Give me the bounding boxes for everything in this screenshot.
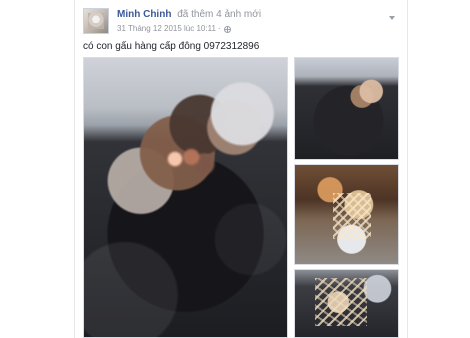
photo-grid [83, 57, 399, 338]
author-name-link[interactable]: Minh Chinh [117, 9, 171, 20]
facebook-post-card: Minh Chinh đã thêm 4 ảnh mới 31 Tháng 12… [74, 0, 408, 338]
photo-thumb-3[interactable] [294, 269, 399, 338]
page: Minh Chinh đã thêm 4 ảnh mới 31 Tháng 12… [0, 0, 470, 338]
photo-main[interactable] [83, 57, 288, 338]
post-header: Minh Chinh đã thêm 4 ảnh mới 31 Tháng 12… [83, 6, 399, 40]
post-caption: có con gấu hàng cấp đông 0972312896 [83, 41, 260, 52]
avatar[interactable] [83, 8, 109, 34]
chevron-down-icon[interactable] [387, 14, 397, 24]
meta-separator: · [217, 24, 221, 33]
post-meta: 31 Tháng 12 2015 lúc 10:11 · [117, 24, 231, 34]
post-action-text: đã thêm 4 ảnh mới [177, 9, 262, 20]
author-row: Minh Chinh đã thêm 4 ảnh mới [117, 9, 261, 21]
post-timestamp[interactable]: 31 Tháng 12 2015 lúc 10:11 [117, 24, 216, 34]
photo-thumb-2[interactable] [294, 164, 399, 265]
photo-thumb-1[interactable] [294, 57, 399, 160]
globe-icon[interactable] [223, 25, 231, 33]
